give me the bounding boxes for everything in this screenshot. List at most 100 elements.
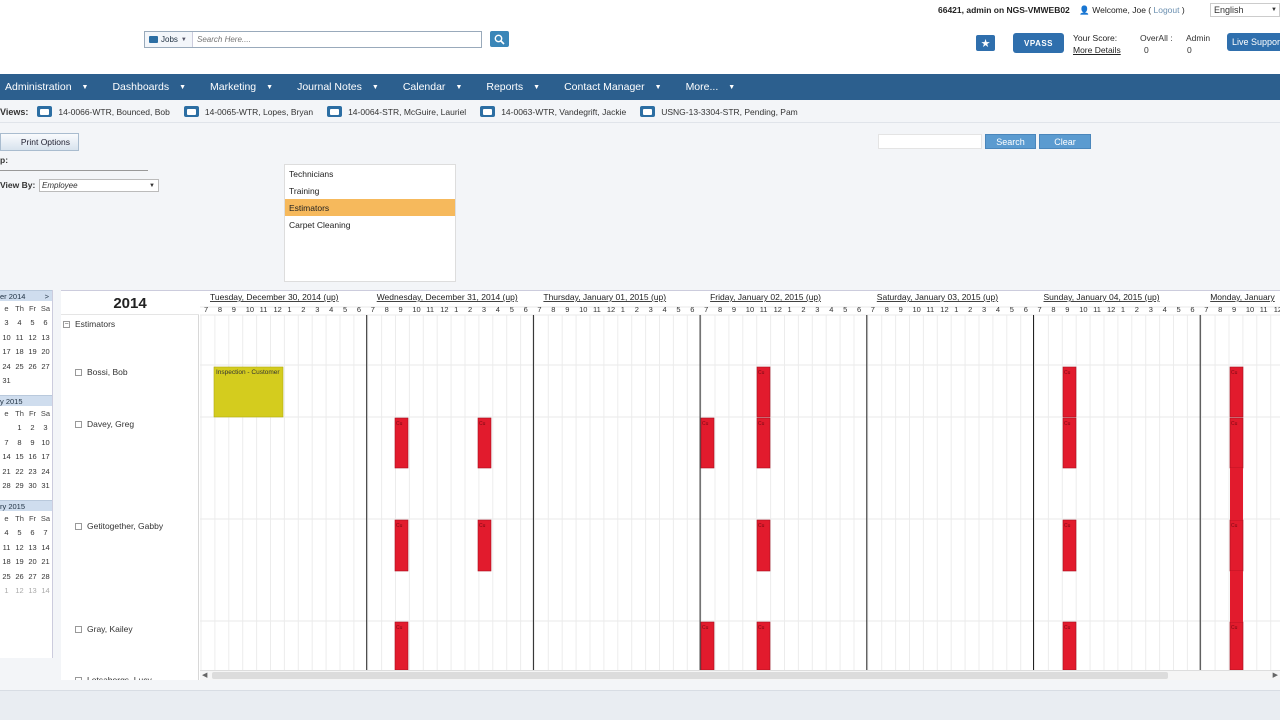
calendar-day[interactable]: 2 xyxy=(26,423,39,432)
search-button[interactable] xyxy=(490,31,509,47)
calendar-day[interactable]: 18 xyxy=(0,557,13,566)
calendar-day[interactable]: 24 xyxy=(0,362,13,371)
live-support-button[interactable]: Live Support xyxy=(1227,33,1280,51)
employee-row[interactable]: Getitogether, Gabby xyxy=(75,521,163,531)
calendar-day[interactable]: 5 xyxy=(26,318,39,327)
employee-row[interactable]: Gray, Kailey xyxy=(75,624,133,634)
calendar-day[interactable]: 18 xyxy=(13,347,26,356)
nav-item-marketing[interactable]: Marketing ▼ xyxy=(210,81,273,93)
search-scope-dropdown[interactable]: Jobs ▼ xyxy=(145,32,193,47)
calendar-day[interactable]: 3 xyxy=(39,423,52,432)
calendar-day[interactable]: 6 xyxy=(26,528,39,537)
checkbox[interactable] xyxy=(75,420,82,428)
recent-view-item[interactable]: 14-0064-STR, McGuire, Lauriel xyxy=(327,106,466,117)
calendar-day[interactable]: 6 xyxy=(39,318,52,327)
appointment-block[interactable] xyxy=(1230,468,1243,520)
calendar-day[interactable]: 27 xyxy=(26,572,39,581)
calendar-day[interactable]: 24 xyxy=(39,467,52,476)
more-details-link[interactable]: More Details xyxy=(1073,44,1121,56)
calendar-day[interactable]: 17 xyxy=(0,347,13,356)
calendar-day[interactable]: 12 xyxy=(26,333,39,342)
calendar-day[interactable]: 19 xyxy=(26,347,39,356)
recent-view-item[interactable]: 14-0063-WTR, Vandegrift, Jackie xyxy=(480,106,626,117)
calendar-day[interactable]: 8 xyxy=(13,438,26,447)
next-month-icon[interactable]: > xyxy=(45,292,49,301)
nav-item-calendar[interactable]: Calendar ▼ xyxy=(403,81,463,93)
employee-row[interactable]: Bossi, Bob xyxy=(75,367,128,377)
calendar-day[interactable]: 4 xyxy=(0,528,13,537)
day-header[interactable]: Tuesday, December 30, 2014 (up) xyxy=(210,292,339,302)
group-option[interactable]: Estimators xyxy=(285,199,455,216)
calendar-day[interactable]: 30 xyxy=(26,481,39,490)
vpass-button[interactable]: VPASS xyxy=(1013,33,1064,53)
schedule-clear-button[interactable]: Clear xyxy=(1039,134,1091,149)
recent-view-item[interactable]: 14-0066-WTR, Bounced, Bob xyxy=(37,106,170,117)
collapse-icon[interactable]: − xyxy=(63,320,70,328)
nav-item-dashboards[interactable]: Dashboards ▼ xyxy=(112,81,186,93)
scrollbar-thumb[interactable] xyxy=(212,672,1168,679)
print-options-button[interactable]: Print Options xyxy=(0,133,79,151)
scroll-left-icon[interactable]: ◀ xyxy=(202,671,207,679)
view-by-select[interactable]: Employee ▼ xyxy=(39,179,159,192)
checkbox[interactable] xyxy=(75,676,82,680)
calendar-day[interactable]: 11 xyxy=(0,543,13,552)
nav-item-contact-manager[interactable]: Contact Manager ▼ xyxy=(564,81,661,93)
checkbox[interactable] xyxy=(75,625,82,633)
calendar-day[interactable]: 14 xyxy=(39,586,52,595)
calendar-day[interactable]: 7 xyxy=(0,438,13,447)
calendar-day[interactable]: 28 xyxy=(39,572,52,581)
group-option[interactable]: Technicians xyxy=(285,165,455,182)
schedule-search-button[interactable]: Search xyxy=(985,134,1036,149)
day-header[interactable]: Sunday, January 04, 2015 (up) xyxy=(1044,292,1160,302)
calendar-day[interactable]: 28 xyxy=(0,481,13,490)
calendar-day[interactable]: 10 xyxy=(39,438,52,447)
calendar-day[interactable]: 13 xyxy=(39,333,52,342)
calendar-day[interactable]: 12 xyxy=(13,543,26,552)
checkbox[interactable] xyxy=(75,522,82,530)
calendar-day[interactable]: 21 xyxy=(39,557,52,566)
calendar-day[interactable]: 20 xyxy=(39,347,52,356)
logout-link[interactable]: Logout xyxy=(1153,5,1179,15)
group-option[interactable]: Training xyxy=(285,182,455,199)
group-row-estimators[interactable]: − Estimators xyxy=(63,319,115,329)
checkbox[interactable] xyxy=(75,368,82,376)
calendar-day[interactable]: 21 xyxy=(0,467,13,476)
employee-row[interactable]: Davey, Greg xyxy=(75,419,134,429)
search-input[interactable] xyxy=(193,32,473,47)
calendar-day[interactable]: 23 xyxy=(26,467,39,476)
calendar-day[interactable]: 31 xyxy=(39,481,52,490)
calendar-day[interactable]: 9 xyxy=(26,438,39,447)
calendar-day[interactable]: 14 xyxy=(0,452,13,461)
calendar-day[interactable]: 27 xyxy=(39,362,52,371)
schedule-filter-input[interactable] xyxy=(878,134,982,149)
calendar-day[interactable]: 26 xyxy=(26,362,39,371)
calendar-day[interactable]: 26 xyxy=(13,572,26,581)
calendar-day[interactable]: 19 xyxy=(13,557,26,566)
day-header[interactable]: Thursday, January 01, 2015 (up) xyxy=(543,292,666,302)
calendar-day[interactable]: 16 xyxy=(26,452,39,461)
calendar-day[interactable]: 25 xyxy=(13,362,26,371)
calendar-day[interactable]: 20 xyxy=(26,557,39,566)
nav-item-journal-notes[interactable]: Journal Notes ▼ xyxy=(297,81,379,93)
nav-item-reports[interactable]: Reports ▼ xyxy=(486,81,540,93)
calendar-day[interactable]: 15 xyxy=(13,452,26,461)
nav-item-more[interactable]: More... ▼ xyxy=(686,81,736,93)
scroll-right-icon[interactable]: ▶ xyxy=(1273,671,1278,679)
day-header[interactable]: Saturday, January 03, 2015 (up) xyxy=(877,292,998,302)
calendar-day[interactable]: 13 xyxy=(26,586,39,595)
day-header[interactable]: Wednesday, December 31, 2014 (up) xyxy=(377,292,518,302)
calendar-day[interactable]: 4 xyxy=(13,318,26,327)
calendar-day[interactable]: 1 xyxy=(0,586,13,595)
language-select[interactable]: English ▼ xyxy=(1210,3,1280,17)
calendar-day[interactable]: 29 xyxy=(13,481,26,490)
day-header[interactable]: Monday, January xyxy=(1210,292,1275,302)
calendar-day[interactable]: 13 xyxy=(26,543,39,552)
calendar-day[interactable]: 11 xyxy=(13,333,26,342)
calendar-day[interactable]: 12 xyxy=(13,586,26,595)
calendar-day[interactable]: 22 xyxy=(13,467,26,476)
calendar-day[interactable]: 25 xyxy=(0,572,13,581)
calendar-day[interactable]: 3 xyxy=(0,318,13,327)
horizontal-scrollbar[interactable]: ◀ ▶ xyxy=(200,670,1280,680)
day-header[interactable]: Friday, January 02, 2015 (up) xyxy=(710,292,821,302)
calendar-day[interactable]: 10 xyxy=(0,333,13,342)
